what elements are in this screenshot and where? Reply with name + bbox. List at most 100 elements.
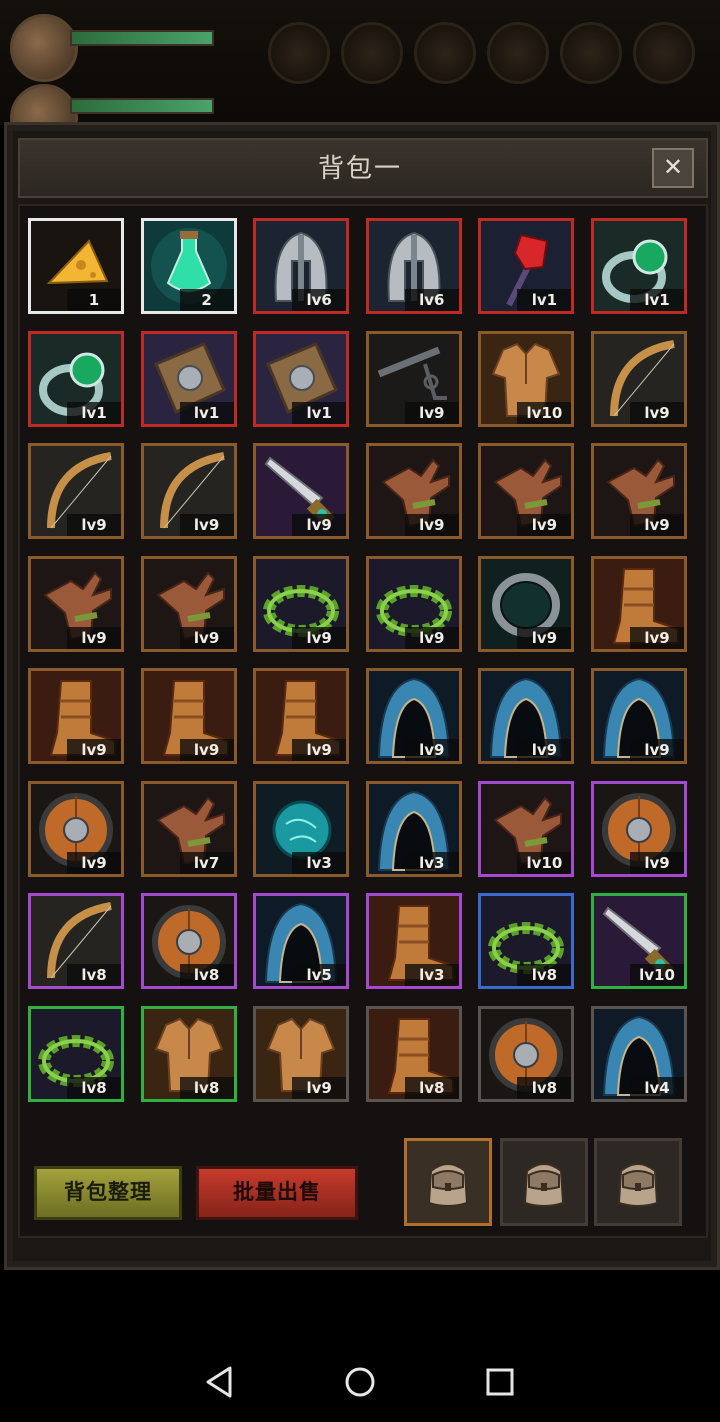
inventory-slot[interactable]: lv9	[253, 668, 350, 764]
item-level-label: lv9	[517, 514, 572, 536]
net-skill-icon	[560, 22, 622, 84]
orb-skill-icon	[633, 22, 695, 84]
inventory-slot[interactable]: lv9	[591, 780, 687, 877]
bag-tab-1[interactable]	[404, 1138, 492, 1226]
inventory-slot[interactable]: lv10	[478, 780, 575, 877]
item-level-label: lv9	[517, 626, 572, 649]
item-level-label: lv6	[404, 289, 459, 311]
bulk-sell-button[interactable]: 批量出售	[196, 1166, 358, 1220]
item-level-label: lv4	[630, 1076, 684, 1099]
backpack-icon	[427, 1163, 469, 1207]
inventory-slot[interactable]: lv1	[140, 330, 237, 427]
back-icon[interactable]	[200, 1362, 240, 1402]
item-level-label: lv9	[292, 626, 347, 649]
inventory-slot[interactable]: lv8	[478, 1005, 575, 1102]
inventory-slot[interactable]: lv9	[253, 1005, 350, 1102]
inventory-slot[interactable]: lv9	[253, 555, 350, 652]
inventory-slot[interactable]: lv1	[253, 330, 350, 427]
inventory-slot[interactable]: lv5	[253, 893, 350, 989]
item-level-label: lv6	[292, 289, 347, 311]
inventory-slot[interactable]: lv4	[591, 1005, 687, 1102]
inventory-slot[interactable]: lv9	[28, 443, 124, 539]
item-level-label: lv1	[67, 401, 121, 424]
inventory-slot[interactable]: lv1	[591, 218, 687, 314]
bag-tab-3[interactable]	[594, 1138, 682, 1226]
item-level-label: lv1	[179, 401, 234, 424]
item-level-label: lv1	[517, 289, 572, 311]
inventory-slot[interactable]: lv8	[478, 893, 575, 989]
inventory-slot[interactable]: lv8	[28, 1005, 124, 1102]
item-level-label: lv8	[404, 1076, 459, 1099]
leaf-skill-icon	[487, 22, 549, 84]
inventory-slot[interactable]: lv10	[591, 893, 687, 989]
item-level-label: lv9	[67, 514, 121, 536]
inventory-slot[interactable]: lv3	[253, 780, 350, 877]
item-level-label: lv9	[630, 514, 684, 536]
inventory-slot[interactable]: lv1	[478, 218, 575, 314]
recents-icon[interactable]	[480, 1362, 520, 1402]
backpack-icon	[523, 1163, 565, 1207]
backpack-icon	[617, 1163, 659, 1207]
item-level-label: lv9	[630, 739, 684, 761]
game-hud-background	[0, 0, 720, 152]
inventory-slot[interactable]: lv8	[365, 1005, 462, 1102]
inventory-slot[interactable]: lv10	[478, 330, 575, 427]
inventory-slot[interactable]: lv9	[28, 668, 124, 764]
inventory-slot[interactable]: lv9	[478, 443, 575, 539]
item-level-label: lv9	[179, 739, 234, 761]
inventory-slot[interactable]: lv9	[28, 555, 124, 652]
inventory-slot[interactable]: lv9	[591, 668, 687, 764]
sort-bag-button[interactable]: 背包整理	[34, 1166, 182, 1220]
inventory-slot[interactable]: lv3	[365, 893, 462, 989]
item-level-label: lv9	[404, 514, 459, 536]
inventory-slot[interactable]: lv9	[591, 443, 687, 539]
inventory-slot[interactable]: lv9	[140, 668, 237, 764]
inventory-slot[interactable]: 2	[140, 218, 237, 314]
inventory-slot[interactable]: lv9	[591, 330, 687, 427]
inventory-slot[interactable]: lv9	[365, 330, 462, 427]
item-level-label: lv1	[292, 401, 347, 424]
inventory-slot[interactable]: lv6	[365, 218, 462, 314]
item-level-label: lv9	[404, 739, 459, 761]
player-avatar-icon	[10, 14, 78, 82]
inventory-slot[interactable]: 1	[28, 218, 124, 314]
inventory-slot[interactable]: lv9	[365, 668, 462, 764]
item-level-label: lv9	[67, 739, 121, 761]
inventory-slot[interactable]: lv9	[478, 668, 575, 764]
inventory-slot[interactable]: lv9	[365, 555, 462, 652]
item-level-label: lv3	[292, 851, 347, 874]
item-level-label: lv9	[404, 401, 459, 424]
item-level-label: lv10	[517, 851, 572, 874]
player-health-bar	[70, 30, 214, 46]
inventory-slot[interactable]: lv9	[253, 443, 350, 539]
item-level-label: lv5	[292, 964, 347, 986]
inventory-slot[interactable]: lv1	[28, 330, 124, 427]
item-level-label: lv3	[404, 851, 459, 874]
item-level-label: lv9	[179, 514, 234, 536]
inventory-slot[interactable]: lv6	[253, 218, 350, 314]
inventory-slot[interactable]: lv8	[140, 893, 237, 989]
inventory-slot[interactable]: lv9	[28, 780, 124, 877]
item-level-label: lv10	[630, 964, 684, 986]
item-level-label: lv10	[517, 401, 572, 424]
item-level-label: lv8	[179, 1076, 234, 1099]
item-level-label: lv9	[292, 739, 347, 761]
inventory-slot[interactable]: lv9	[140, 443, 237, 539]
item-level-label: lv9	[517, 739, 572, 761]
inventory-slot[interactable]: lv9	[591, 555, 687, 652]
inventory-slot[interactable]: lv9	[478, 555, 575, 652]
item-level-label: lv9	[67, 626, 121, 649]
close-button[interactable]: ✕	[652, 148, 694, 188]
inventory-slot[interactable]: lv9	[365, 443, 462, 539]
item-level-label: lv9	[630, 851, 684, 874]
bag-tab-2[interactable]	[500, 1138, 588, 1226]
home-icon[interactable]	[340, 1362, 380, 1402]
inventory-slot[interactable]: lv9	[140, 555, 237, 652]
inventory-slot[interactable]: lv7	[140, 780, 237, 877]
item-level-label: lv1	[630, 289, 684, 311]
inventory-slot[interactable]: lv8	[28, 893, 124, 989]
inventory-slot[interactable]: lv8	[140, 1005, 237, 1102]
companion-health-bar	[70, 98, 214, 114]
item-level-label: lv8	[517, 964, 572, 986]
inventory-slot[interactable]: lv3	[365, 780, 462, 877]
